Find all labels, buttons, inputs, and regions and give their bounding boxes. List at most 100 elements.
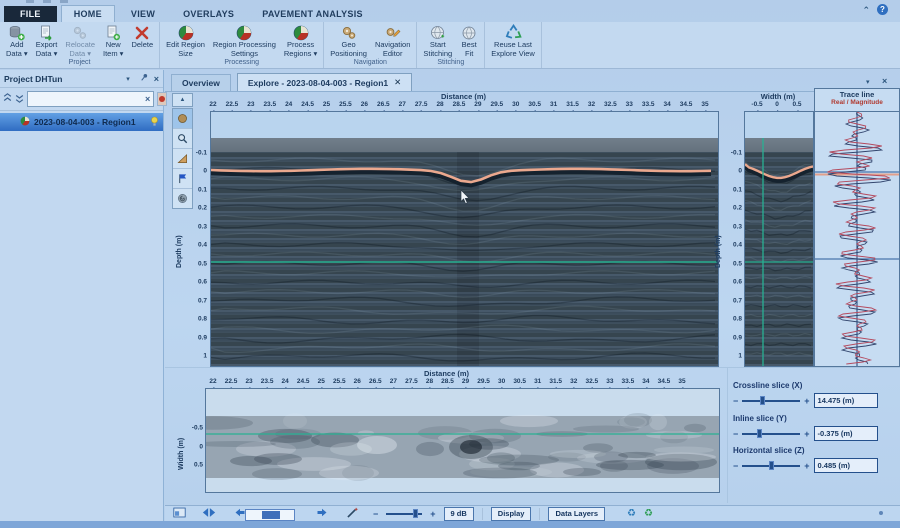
- help-icon[interactable]: ?: [877, 4, 888, 15]
- add-data-button[interactable]: Add Data ▾: [2, 22, 32, 58]
- tick-label: 35: [701, 101, 708, 108]
- doc-tab-overview[interactable]: Overview: [171, 74, 231, 91]
- project-panel: Project DHTun ▾ × ×: [0, 70, 164, 521]
- export-data-button[interactable]: Export Data ▾: [32, 22, 62, 58]
- refresh-all-icon[interactable]: ♻: [644, 509, 653, 519]
- nav-editor-icon: [384, 24, 402, 41]
- collapse-all-icon[interactable]: [3, 90, 12, 108]
- pie-chart-icon: [177, 24, 195, 41]
- geo-positioning-button[interactable]: Geo Positioning: [326, 22, 371, 58]
- divider: [165, 367, 900, 368]
- ribbon-tab-file[interactable]: FILE: [4, 6, 57, 22]
- gain-decrease-button[interactable]: −: [373, 510, 378, 518]
- gain-slider[interactable]: [386, 509, 422, 518]
- decrease-button[interactable]: −: [733, 430, 738, 438]
- decrease-button[interactable]: −: [733, 397, 738, 405]
- ribbon-tab-pavement-analysis[interactable]: PAVEMENT ANALYSIS: [250, 6, 375, 22]
- panel-dropdown-icon[interactable]: ▾: [126, 75, 130, 83]
- doc-tab-explore[interactable]: Explore - 2023-08-04-003 - Region1✕: [237, 73, 412, 91]
- delete-x-icon: [133, 24, 151, 41]
- tick-label: 0.4: [733, 242, 742, 249]
- navigation-editor-button[interactable]: Navigation Editor: [371, 22, 414, 58]
- fit-horizontal-icon[interactable]: [202, 505, 216, 523]
- recycle-icon: [504, 24, 522, 41]
- slider-thumb[interactable]: [769, 461, 774, 470]
- start-stitching-button[interactable]: Start Stitching: [419, 22, 456, 58]
- relocate-data-button: Relocate Data ▾: [61, 22, 99, 58]
- reuse-last-explore-view-button[interactable]: Reuse Last Explore View: [487, 22, 539, 58]
- docpane-close-icon[interactable]: ×: [882, 76, 887, 86]
- button-label: Relocate Data ▾: [65, 41, 95, 58]
- data-layers-button[interactable]: Data Layers: [548, 507, 605, 521]
- clear-search-icon[interactable]: ×: [145, 94, 150, 104]
- plan-view-plot[interactable]: [205, 388, 720, 493]
- tick-label: -0.1: [731, 150, 742, 157]
- tick-label: 33.5: [622, 378, 635, 385]
- slider-thumb[interactable]: [760, 396, 765, 405]
- delete-button[interactable]: Delete: [127, 22, 157, 50]
- trace-panel-title: Trace line: [815, 90, 899, 99]
- increase-button[interactable]: +: [804, 430, 809, 438]
- tick-label: 25: [323, 101, 330, 108]
- panel-pin-icon[interactable]: [140, 73, 149, 84]
- ribbon-tab-overlays[interactable]: OVERLAYS: [171, 6, 246, 22]
- crossline-radargram-plot[interactable]: [210, 111, 719, 367]
- panel-close-icon[interactable]: ×: [154, 74, 159, 84]
- project-search-input[interactable]: [31, 94, 145, 105]
- tick-label: 0.3: [733, 223, 742, 230]
- button-label: New Item ▾: [103, 41, 123, 58]
- globe-stitch-icon: [429, 24, 447, 41]
- horizontal-scrollbar[interactable]: [245, 509, 295, 521]
- refresh-view-icon[interactable]: ♻: [627, 509, 636, 519]
- tick-label: 0.6: [198, 279, 207, 286]
- inline-slice-plot[interactable]: [744, 111, 814, 367]
- inline-slice-slider[interactable]: [742, 429, 800, 438]
- close-tab-icon[interactable]: ✕: [394, 77, 401, 88]
- inline-slice-slider-group: Inline slice (Y)−+-0.375 (m): [733, 414, 893, 441]
- ribbon-group-navigation: Geo PositioningNavigation EditorNavigati…: [324, 22, 417, 68]
- horizontal-slice-slider[interactable]: [742, 461, 800, 470]
- ribbon-tab-view[interactable]: VIEW: [119, 6, 167, 22]
- button-label: Add Data ▾: [6, 41, 28, 58]
- tree-item-region1[interactable]: 2023-08-04-003 - Region1: [0, 113, 163, 131]
- scroll-right-icon[interactable]: [316, 505, 328, 523]
- new-item-button[interactable]: New Item ▾: [99, 22, 127, 58]
- increase-button[interactable]: +: [804, 462, 809, 470]
- search-options-icon[interactable]: [157, 92, 167, 106]
- increase-button[interactable]: +: [804, 397, 809, 405]
- tick-label: 33: [626, 101, 633, 108]
- crossline-slice-slider[interactable]: [742, 396, 800, 405]
- ribbon-collapse-icon[interactable]: ⌃: [862, 5, 870, 16]
- slider-label: Crossline slice (X): [733, 381, 893, 390]
- ribbon: Add Data ▾Export Data ▾Relocate Data ▾ Ne…: [0, 22, 900, 69]
- export-file-icon: [38, 24, 56, 41]
- tick-label: 0.1: [733, 186, 742, 193]
- docpane-dropdown-icon[interactable]: ▾: [866, 78, 870, 86]
- tick-label: 0.1: [198, 186, 207, 193]
- tick-label: 0.9: [733, 334, 742, 341]
- tick-label: 34.5: [658, 378, 671, 385]
- explore-collapse-button[interactable]: ▲: [172, 93, 193, 107]
- scrollbar-thumb[interactable]: [262, 511, 280, 519]
- divider: [727, 368, 728, 503]
- display-button[interactable]: Display: [491, 507, 532, 521]
- tick-label: 22: [209, 101, 216, 108]
- main-depth-axis: -0.100.10.20.30.40.50.60.70.80.91: [183, 111, 207, 365]
- tick-label: 27: [399, 101, 406, 108]
- decrease-button[interactable]: −: [733, 462, 738, 470]
- edit-region-size-button[interactable]: Edit Region Size: [162, 22, 209, 58]
- gain-increase-button[interactable]: +: [430, 510, 435, 518]
- tick-label: 29.5: [477, 378, 490, 385]
- gain-wand-icon[interactable]: [346, 505, 359, 523]
- ribbon-tab-home[interactable]: HOME: [61, 5, 115, 22]
- region-processing-settings-button[interactable]: Region Processing Settings: [209, 22, 280, 58]
- layout-window-icon[interactable]: [173, 505, 186, 523]
- tick-label: 31.5: [566, 101, 579, 108]
- ribbon-group-label: Processing: [162, 58, 321, 68]
- pie-chart-icon: [235, 24, 253, 41]
- slider-thumb[interactable]: [757, 429, 762, 438]
- trace-line-plot[interactable]: [814, 111, 900, 367]
- expand-all-icon[interactable]: [15, 90, 24, 108]
- best-fit-button[interactable]: Best Fit: [456, 22, 482, 58]
- process-regions-button[interactable]: Process Regions ▾: [280, 22, 321, 58]
